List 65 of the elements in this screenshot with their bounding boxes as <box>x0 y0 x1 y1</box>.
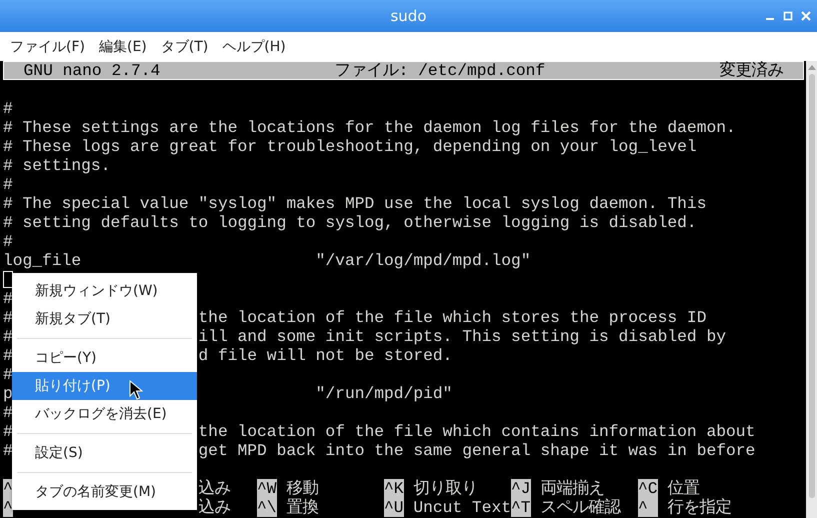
shortcut-key: ^K <box>384 479 404 498</box>
shortcut-key: ^ <box>3 479 13 498</box>
code-line: # These settings are the locations for the daemon log files for the daemon. <box>3 118 736 137</box>
code-line: # <box>3 403 13 422</box>
shortcut-label: 両端揃え <box>540 479 604 498</box>
mouse-pointer-icon <box>129 380 143 400</box>
code-line: # <box>3 308 13 327</box>
shortcut-label: 込み <box>198 479 230 498</box>
code-line: # These logs are great for troubleshooting, depending on your log_level <box>3 137 697 156</box>
shortcut-key: ^\ <box>257 498 277 517</box>
shortcut-label: 切り取り <box>413 479 478 498</box>
shortcut-label: 位置 <box>667 479 700 498</box>
shortcut-label: Uncut Text <box>413 498 512 517</box>
scroll-up-icon[interactable] <box>808 65 816 70</box>
menu-option[interactable]: コピー(Y) <box>12 344 197 372</box>
code-line: # The special value "syslog" makes MPD use the local syslog daemon. This <box>3 194 706 213</box>
shortcut-label: 込み <box>198 498 230 517</box>
setting-value: "/run/mpd/pid" <box>316 384 452 403</box>
code-line: # <box>3 175 13 194</box>
menu-option[interactable]: 新規タブ(T) <box>12 305 197 333</box>
code-line: # <box>3 232 13 251</box>
file-name: ファイル: /etc/mpd.conf <box>334 62 546 79</box>
menu-item[interactable]: ファイル(F) <box>10 38 85 56</box>
menu-option[interactable]: タブの名前変更(M) <box>12 478 197 506</box>
shortcut-label: 行を指定 <box>667 498 732 517</box>
modified-status: 変更済み <box>719 62 784 79</box>
shortcut-key: ^W <box>257 479 277 498</box>
shortcut-key: ^ <box>638 498 658 517</box>
setting-key: log_file <box>3 251 82 270</box>
code-line: ill and some init scripts. This setting is disabled by <box>198 327 726 346</box>
shortcut-key: ^T <box>511 498 531 517</box>
shortcut-label: スペル確認 <box>540 498 620 517</box>
code-line: # <box>3 422 13 441</box>
menu-item[interactable]: 編集(E) <box>98 38 147 56</box>
code-line: # <box>3 99 13 118</box>
shortcut-key: ^C <box>638 479 658 498</box>
code-line: # <box>3 327 13 346</box>
code-line: get MPD back into the same general shape it was in before <box>198 441 756 460</box>
shortcut-key: ^U <box>384 498 404 517</box>
menu-option[interactable]: 貼り付け(P) <box>12 372 197 400</box>
close-icon[interactable] <box>801 11 811 21</box>
shortcut-label: 置換 <box>286 498 318 517</box>
code-line: the location of the file which stores the process ID <box>198 308 706 327</box>
code-line: # settings. <box>3 156 110 175</box>
shortcut-label: 移動 <box>286 479 318 498</box>
code-line: # <box>3 346 13 365</box>
setting-key: p <box>3 384 13 403</box>
menu-option[interactable]: 新規ウィンドウ(W) <box>12 277 197 305</box>
maximize-icon[interactable] <box>783 11 793 21</box>
code-line: # <box>3 441 13 460</box>
scrollbar[interactable] <box>806 61 817 518</box>
code-line: d file will not be stored. <box>198 346 452 365</box>
shortcut-key: ^J <box>511 479 531 498</box>
menu-item[interactable]: ヘルプ(H) <box>222 38 286 56</box>
setting-value: "/var/log/mpd/mpd.log" <box>316 251 531 270</box>
code-line: # <box>3 365 13 384</box>
code-line: # <box>3 289 13 308</box>
menu-option[interactable]: バックログを消去(E) <box>12 400 197 428</box>
menu-option[interactable]: 設定(S) <box>12 439 197 467</box>
nano-version: GNU nano 2.7.4 <box>24 62 160 79</box>
window-title: sudo <box>390 7 427 25</box>
code-line: the location of the file which contains information about <box>198 422 756 441</box>
shortcut-key: ^ <box>3 498 13 517</box>
menu-item[interactable]: タブ(T) <box>160 38 208 56</box>
code-line: # setting defaults to logging to syslog, otherwise logging is disabled. <box>3 213 697 232</box>
